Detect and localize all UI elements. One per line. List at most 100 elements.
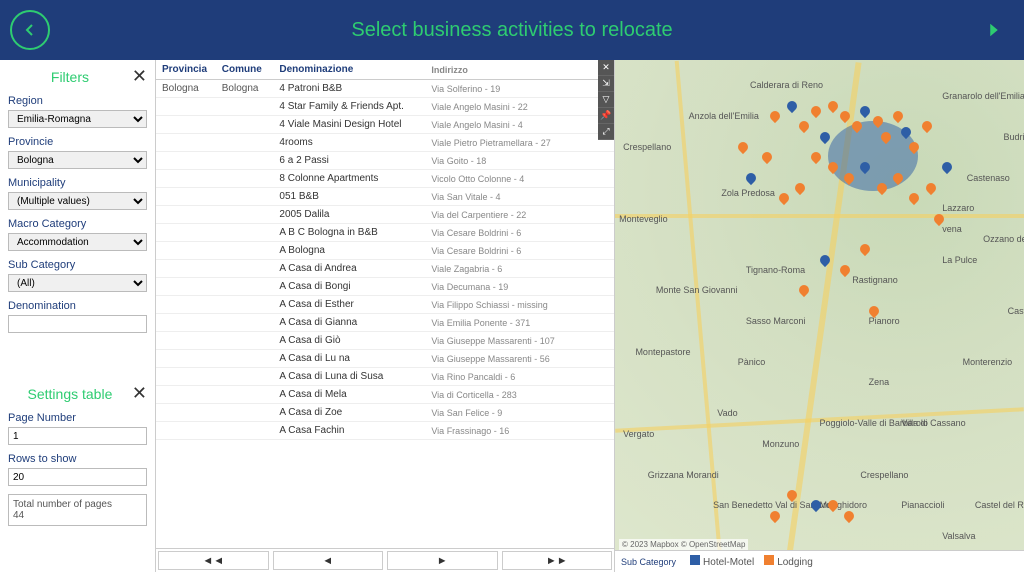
- sub-label: Sub Category: [8, 259, 147, 271]
- table-row[interactable]: A B C Bologna in B&BVia Cesare Boldrini …: [156, 224, 614, 242]
- provincie-select[interactable]: Bologna: [8, 151, 147, 169]
- place-label: Sasso Marconi: [746, 316, 806, 326]
- table-row[interactable]: A Casa di Lu naVia Giuseppe Massarenti -…: [156, 350, 614, 368]
- th-comune[interactable]: Comune: [216, 60, 274, 80]
- table-row[interactable]: A Casa di GiannaVia Emilia Ponente - 371: [156, 314, 614, 332]
- cell-provincia: [156, 278, 216, 296]
- table-panel: Provincia Comune Denominazione Indirizzo…: [155, 60, 615, 572]
- place-label: Calderara di Reno: [750, 80, 823, 90]
- municipality-select[interactable]: (Multiple values): [8, 192, 147, 210]
- close-filters-icon[interactable]: ✕: [132, 66, 147, 87]
- pager-last-button[interactable]: ►►: [502, 551, 613, 570]
- table-row[interactable]: 6 a 2 PassiVia Goito - 18: [156, 152, 614, 170]
- place-label: Tignano-Roma: [746, 265, 805, 275]
- table-row[interactable]: BolognaBologna4 Patroni B&BVia Solferino…: [156, 80, 614, 98]
- table-row[interactable]: A Casa di Luna di SusaVia Rino Pancaldi …: [156, 368, 614, 386]
- cell-denominazione: 051 B&B: [273, 188, 425, 206]
- table-row[interactable]: A Casa di BongiVia Decumana - 19: [156, 278, 614, 296]
- cell-provincia: [156, 296, 216, 314]
- cell-denominazione: A Bologna: [273, 242, 425, 260]
- page-number-input[interactable]: [8, 427, 147, 445]
- toolbar-export-icon[interactable]: ⇲: [598, 76, 614, 92]
- toolbar-expand-icon[interactable]: ⤢: [598, 124, 614, 140]
- place-label: Grizzana Morandi: [648, 470, 719, 480]
- table-row[interactable]: 2005 DalilaVia del Carpentiere - 22: [156, 206, 614, 224]
- cell-denominazione: 6 a 2 Passi: [273, 152, 425, 170]
- legend-item-lodging: Lodging: [764, 555, 813, 568]
- table-row[interactable]: A Casa di ZoeVia San Felice - 9: [156, 404, 614, 422]
- pager-next-button[interactable]: ►: [387, 551, 498, 570]
- cell-indirizzo: Via Giuseppe Massarenti - 56: [425, 350, 614, 368]
- table-row[interactable]: 4roomsViale Pietro Pietramellara - 27: [156, 134, 614, 152]
- toolbar-pin-icon[interactable]: 📌: [598, 108, 614, 124]
- cell-indirizzo: Via Emilia Ponente - 371: [425, 314, 614, 332]
- cell-indirizzo: Via San Vitale - 4: [425, 188, 614, 206]
- table-row[interactable]: A Casa di GiòVia Giuseppe Massarenti - 1…: [156, 332, 614, 350]
- nav-forward-button[interactable]: [974, 10, 1014, 50]
- header-bar: Select business activities to relocate: [0, 0, 1024, 60]
- place-label: Castenaso: [967, 173, 1010, 183]
- cell-denominazione: A Casa di Zoe: [273, 404, 425, 422]
- place-label: Budrio: [1004, 132, 1024, 142]
- cell-denominazione: A B C Bologna in B&B: [273, 224, 425, 242]
- toolbar-close-icon[interactable]: ✕: [598, 60, 614, 76]
- total-pages-value: 44: [13, 510, 142, 521]
- table-row[interactable]: A Casa FachinVia Frassinago - 16: [156, 422, 614, 440]
- cell-denominazione: 2005 Dalila: [273, 206, 425, 224]
- cell-denominazione: 4rooms: [273, 134, 425, 152]
- cell-provincia: [156, 242, 216, 260]
- table-row[interactable]: 8 Colonne ApartmentsVicolo Otto Colonne …: [156, 170, 614, 188]
- cell-provincia: [156, 314, 216, 332]
- cell-indirizzo: Via Rino Pancaldi - 6: [425, 368, 614, 386]
- map-panel[interactable]: Anzola dell'EmiliaCalderara di RenoGrana…: [615, 60, 1024, 572]
- cell-indirizzo: Viale Pietro Pietramellara - 27: [425, 134, 614, 152]
- table-row[interactable]: A Casa di AndreaViale Zagabria - 6: [156, 260, 614, 278]
- cell-provincia: [156, 170, 216, 188]
- table-row[interactable]: 051 B&BVia San Vitale - 4: [156, 188, 614, 206]
- pager-prev-button[interactable]: ◄: [273, 551, 384, 570]
- place-label: Monzuno: [762, 439, 799, 449]
- th-provincia[interactable]: Provincia: [156, 60, 216, 80]
- cell-indirizzo: Viale Angelo Masini - 22: [425, 98, 614, 116]
- nav-back-button[interactable]: [10, 10, 50, 50]
- denomination-input[interactable]: [8, 315, 147, 333]
- cell-comune: [216, 152, 274, 170]
- cell-provincia: [156, 224, 216, 242]
- toolbar-filter-icon[interactable]: ▽: [598, 92, 614, 108]
- page-title: Select business activities to relocate: [351, 19, 672, 42]
- cell-denominazione: A Casa di Gianna: [273, 314, 425, 332]
- map-legend: Sub Category Hotel-Motel Lodging: [615, 550, 1024, 572]
- th-denominazione[interactable]: Denominazione: [273, 60, 425, 80]
- th-indirizzo[interactable]: Indirizzo: [425, 60, 614, 80]
- place-label: Vado: [717, 408, 737, 418]
- cell-comune: [216, 350, 274, 368]
- table-row[interactable]: A Casa di MelaVia di Corticella - 283: [156, 386, 614, 404]
- table-row[interactable]: 4 Star Family & Friends Apt.Viale Angelo…: [156, 98, 614, 116]
- rows-input[interactable]: [8, 468, 147, 486]
- cell-indirizzo: Via Goito - 18: [425, 152, 614, 170]
- place-label: Vergato: [623, 429, 654, 439]
- close-settings-icon[interactable]: ✕: [132, 383, 147, 404]
- legend-title: Sub Category: [621, 557, 676, 567]
- cell-comune: [216, 224, 274, 242]
- place-label: Zola Predosa: [721, 188, 775, 198]
- region-label: Region: [8, 95, 147, 107]
- place-label: Pianaccioli: [901, 500, 944, 510]
- cell-indirizzo: Via Cesare Boldrini - 6: [425, 224, 614, 242]
- cell-provincia: [156, 404, 216, 422]
- macro-select[interactable]: Accommodation: [8, 233, 147, 251]
- table-row[interactable]: 4 Viale Masini Design HotelViale Angelo …: [156, 116, 614, 134]
- place-label: Villa di Cassano: [901, 418, 965, 428]
- cell-provincia: [156, 98, 216, 116]
- cell-indirizzo: Via di Corticella - 283: [425, 386, 614, 404]
- pager-first-button[interactable]: ◄◄: [158, 551, 269, 570]
- cell-comune: [216, 116, 274, 134]
- cell-comune: [216, 98, 274, 116]
- region-select[interactable]: Emilia-Romagna: [8, 110, 147, 128]
- cell-indirizzo: Vicolo Otto Colonne - 4: [425, 170, 614, 188]
- cell-comune: [216, 278, 274, 296]
- cell-denominazione: A Casa di Mela: [273, 386, 425, 404]
- table-row[interactable]: A BolognaVia Cesare Boldrini - 6: [156, 242, 614, 260]
- table-row[interactable]: A Casa di EstherVia Filippo Schiassi - m…: [156, 296, 614, 314]
- sub-select[interactable]: (All): [8, 274, 147, 292]
